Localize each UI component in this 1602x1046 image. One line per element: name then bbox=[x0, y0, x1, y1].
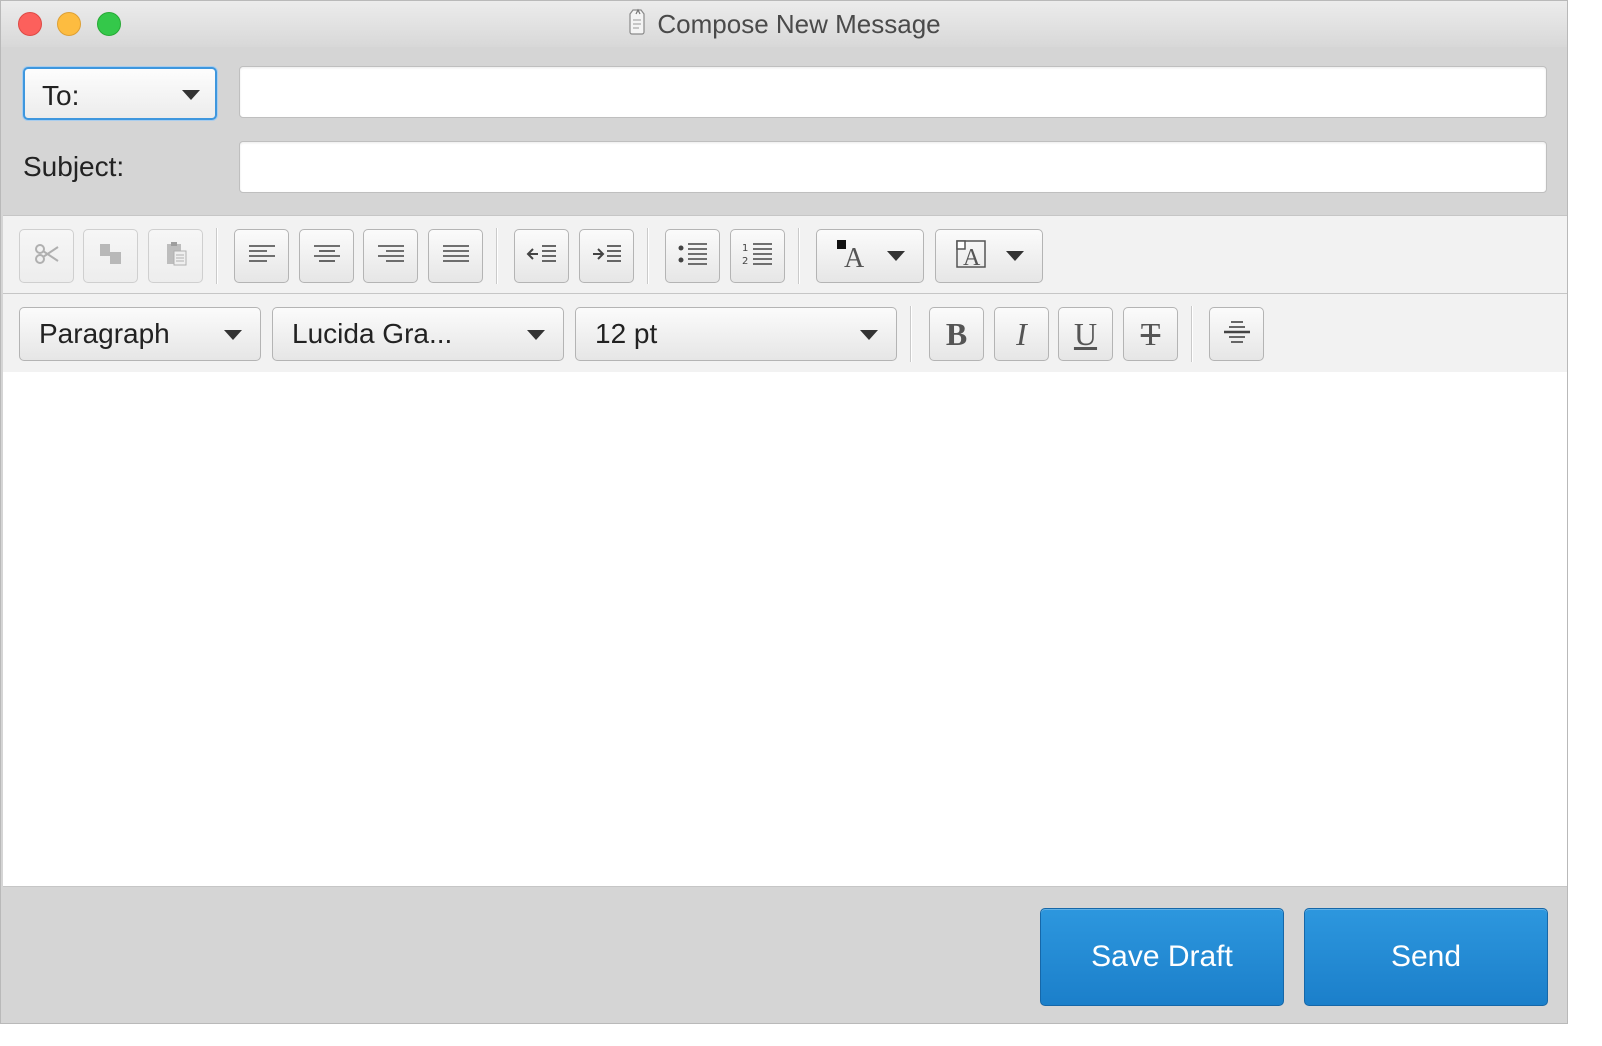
edit-toolbar: 1 2 A A bbox=[3, 215, 1567, 294]
subject-field[interactable] bbox=[239, 141, 1547, 193]
to-combo-box[interactable]: To: bbox=[23, 67, 217, 120]
toolbar-separator bbox=[910, 306, 911, 362]
chevron-down-icon bbox=[527, 330, 545, 340]
cut-icon bbox=[32, 239, 62, 274]
save-draft-button[interactable]: Save Draft bbox=[1040, 908, 1284, 1006]
outdent-button[interactable] bbox=[514, 229, 569, 283]
bold-icon: B bbox=[945, 315, 968, 352]
chevron-down-icon bbox=[887, 251, 905, 261]
strikethrough-button[interactable]: T bbox=[1123, 307, 1178, 361]
block-format-dropdown[interactable]: Paragraph bbox=[19, 307, 261, 361]
align-right-icon bbox=[376, 242, 406, 271]
horizontal-rule-button[interactable] bbox=[1209, 307, 1264, 361]
block-format-value: Paragraph bbox=[39, 318, 170, 349]
subject-label: Subject: bbox=[23, 151, 125, 182]
text-color-picker[interactable]: A bbox=[816, 229, 924, 283]
svg-text:2: 2 bbox=[742, 256, 748, 267]
strikethrough-icon: T bbox=[1140, 315, 1161, 352]
format-toolbar: Paragraph Lucida Gra... 12 pt B I U T bbox=[3, 293, 1567, 373]
text-color-icon: A bbox=[835, 238, 871, 275]
bold-button[interactable]: B bbox=[929, 307, 984, 361]
horizontal-rule-icon bbox=[1222, 317, 1252, 352]
outdent-icon bbox=[526, 242, 558, 271]
message-header: To: Subject: bbox=[1, 47, 1567, 215]
svg-text:A: A bbox=[844, 243, 865, 270]
align-right-button[interactable] bbox=[363, 229, 418, 283]
toolbar-separator bbox=[216, 228, 217, 284]
to-label: To: bbox=[42, 80, 80, 111]
numbered-list-button[interactable]: 1 2 bbox=[730, 229, 785, 283]
underline-icon: U bbox=[1073, 315, 1098, 352]
svg-text:1: 1 bbox=[742, 243, 748, 254]
font-family-dropdown[interactable]: Lucida Gra... bbox=[272, 307, 564, 361]
font-size-dropdown[interactable]: 12 pt bbox=[575, 307, 897, 361]
compose-window: Compose New Message To: Subject: 1 2 A A… bbox=[0, 0, 1568, 1024]
indent-button[interactable] bbox=[579, 229, 634, 283]
toolbar-separator bbox=[798, 228, 799, 284]
copy-icon bbox=[96, 239, 126, 274]
chevron-down-icon bbox=[182, 90, 200, 100]
footer-bar: Save Draft Send bbox=[1, 887, 1567, 1023]
copy-button[interactable] bbox=[83, 229, 138, 283]
underline-button[interactable]: U bbox=[1058, 307, 1113, 361]
to-field[interactable] bbox=[239, 66, 1547, 118]
send-button[interactable]: Send bbox=[1304, 908, 1548, 1006]
italic-button[interactable]: I bbox=[994, 307, 1049, 361]
italic-icon: I bbox=[1016, 315, 1027, 352]
chevron-down-icon bbox=[1006, 251, 1024, 261]
align-justify-button[interactable] bbox=[428, 229, 483, 283]
align-justify-icon bbox=[441, 242, 471, 271]
font-family-value: Lucida Gra... bbox=[292, 318, 453, 349]
chevron-down-icon bbox=[860, 330, 878, 340]
bullet-list-icon bbox=[677, 241, 709, 272]
align-left-button[interactable] bbox=[234, 229, 289, 283]
cut-button[interactable] bbox=[19, 229, 74, 283]
chevron-down-icon bbox=[224, 330, 242, 340]
font-size-value: 12 pt bbox=[595, 318, 658, 349]
paste-icon bbox=[161, 239, 191, 274]
toolbar-separator bbox=[1191, 306, 1192, 362]
svg-text:A: A bbox=[963, 245, 981, 270]
align-center-icon bbox=[312, 242, 342, 271]
app-icon bbox=[627, 8, 647, 41]
bullet-list-button[interactable] bbox=[665, 229, 720, 283]
window-title: Compose New Message bbox=[657, 8, 941, 39]
indent-icon bbox=[591, 242, 623, 271]
numbered-list-icon: 1 2 bbox=[742, 241, 774, 272]
toolbar-separator bbox=[496, 228, 497, 284]
paste-button[interactable] bbox=[148, 229, 203, 283]
message-body-editor[interactable] bbox=[3, 372, 1567, 887]
title-bar: Compose New Message bbox=[1, 1, 1567, 48]
background-color-picker[interactable]: A bbox=[935, 229, 1043, 283]
toolbar-separator bbox=[647, 228, 648, 284]
align-center-button[interactable] bbox=[299, 229, 354, 283]
align-left-icon bbox=[247, 242, 277, 271]
background-color-icon: A bbox=[954, 238, 990, 275]
